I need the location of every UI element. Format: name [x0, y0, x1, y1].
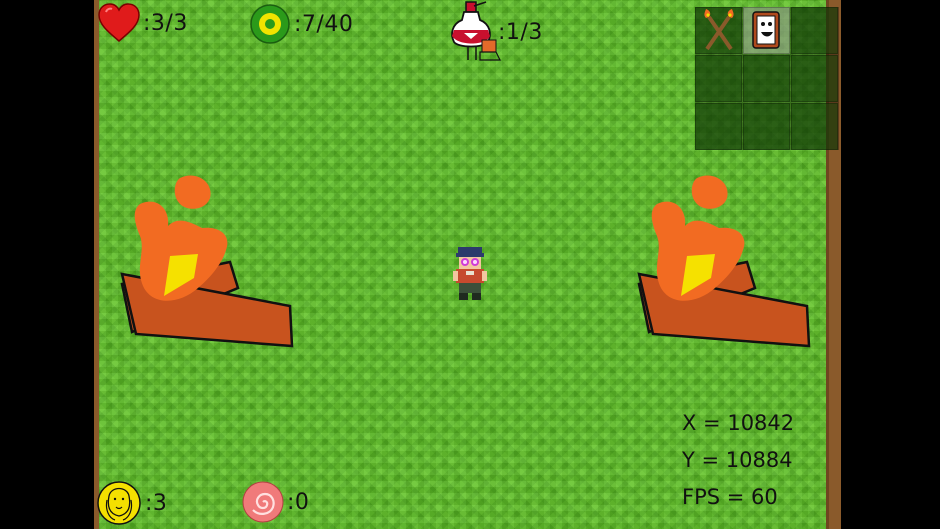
portrait-counter: :3 [95, 480, 167, 526]
ring-coin-icon [250, 4, 290, 44]
inventory-slot[interactable] [791, 55, 838, 102]
health-value: :3/3 [143, 10, 188, 36]
left-wood-border [94, 0, 99, 529]
coin-value: :7/40 [294, 11, 354, 37]
inventory-slot[interactable] [791, 103, 838, 150]
inventory-slot[interactable] [695, 103, 742, 150]
scroll-card-icon [751, 10, 780, 49]
campfire-left [120, 175, 294, 348]
spiral-value: :0 [287, 489, 310, 515]
inventory-slot[interactable] [743, 55, 790, 102]
health-counter: :3/3 [97, 3, 188, 43]
inventory-slot[interactable] [743, 103, 790, 150]
campfire-right [637, 175, 811, 348]
inventory-grid [695, 7, 839, 150]
y-coordinate-text: Y = 10884 [682, 448, 793, 472]
player-character [453, 247, 487, 300]
potion-counter: :1/3 [446, 0, 543, 64]
pink-spiral-icon [242, 481, 284, 523]
inventory-slot[interactable] [743, 7, 790, 54]
game-screen: :3/3 :7/40 :1/3 X = 10842 Y = 10884 FPS … [0, 0, 940, 529]
debug-readout: X = 10842 Y = 10884 FPS = 60 [682, 405, 794, 516]
coin-counter: :7/40 [248, 3, 353, 45]
inventory-slot[interactable] [695, 7, 742, 54]
portrait-value: :3 [145, 490, 168, 516]
heart-icon [98, 3, 140, 42]
yellow-face-icon [97, 481, 141, 525]
crossed-torches-icon [703, 8, 734, 50]
x-coordinate-text: X = 10842 [682, 411, 795, 435]
inventory-slot[interactable] [791, 7, 838, 54]
spiral-counter: :0 [241, 480, 309, 524]
potion-bottle-icon [451, 1, 501, 61]
inventory-slot[interactable] [695, 55, 742, 102]
fps-text: FPS = 60 [682, 485, 778, 509]
potion-value: :1/3 [498, 19, 543, 45]
